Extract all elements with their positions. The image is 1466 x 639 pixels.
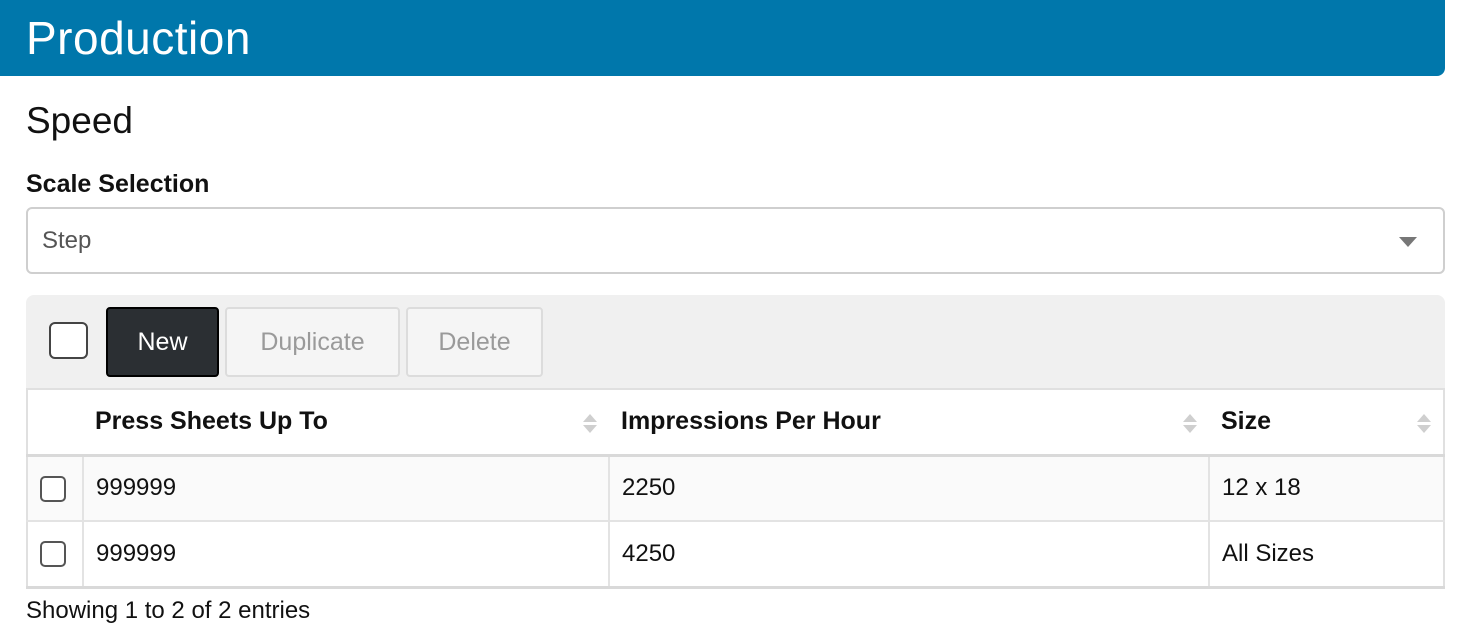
header-bar: Production <box>0 0 1445 76</box>
scale-selection-label: Scale Selection <box>26 170 210 198</box>
duplicate-button[interactable]: Duplicate <box>225 307 400 377</box>
table-header-row: Press Sheets Up To Impressions Per Hour … <box>27 388 1444 457</box>
select-all-checkbox[interactable] <box>49 322 88 359</box>
new-button[interactable]: New <box>106 307 219 377</box>
section-title: Speed <box>26 100 133 141</box>
cell-size: 12 x 18 <box>1209 455 1444 522</box>
speed-table: Press Sheets Up To Impressions Per Hour … <box>26 388 1445 589</box>
row-select-cell <box>27 521 84 589</box>
grid-toolbar: New Duplicate Delete <box>26 295 1445 389</box>
scale-selection-dropdown[interactable]: Step <box>26 207 1445 274</box>
cell-impressions: 2250 <box>609 455 1210 522</box>
row-checkbox[interactable] <box>40 541 66 568</box>
column-header-label: Size <box>1221 407 1272 436</box>
cell-size: All Sizes <box>1209 521 1444 589</box>
cell-impressions: 4250 <box>609 521 1210 589</box>
page-title: Production <box>26 12 251 64</box>
chevron-down-icon <box>1399 237 1417 247</box>
sort-icon[interactable] <box>583 414 597 434</box>
scale-selection-value: Step <box>42 226 92 254</box>
sort-icon[interactable] <box>1417 414 1431 434</box>
table-info: Showing 1 to 2 of 2 entries <box>26 597 311 624</box>
cell-press-sheets: 999999 <box>83 521 610 589</box>
column-header-select <box>27 388 83 457</box>
column-header-label: Impressions Per Hour <box>621 407 881 436</box>
column-header-impressions[interactable]: Impressions Per Hour <box>609 388 1209 457</box>
speed-grid: New Duplicate Delete Press Sheets Up To … <box>26 295 1445 593</box>
row-select-cell <box>27 455 84 522</box>
column-header-label: Press Sheets Up To <box>95 407 328 436</box>
table-row[interactable]: 999999 2250 12 x 18 <box>27 455 1444 522</box>
sort-icon[interactable] <box>1183 414 1197 434</box>
cell-press-sheets: 999999 <box>83 455 610 522</box>
row-checkbox[interactable] <box>40 475 66 502</box>
delete-button[interactable]: Delete <box>406 307 543 377</box>
column-header-size[interactable]: Size <box>1209 388 1444 457</box>
table-row[interactable]: 999999 4250 All Sizes <box>27 521 1444 589</box>
column-header-press-sheets[interactable]: Press Sheets Up To <box>83 388 609 457</box>
